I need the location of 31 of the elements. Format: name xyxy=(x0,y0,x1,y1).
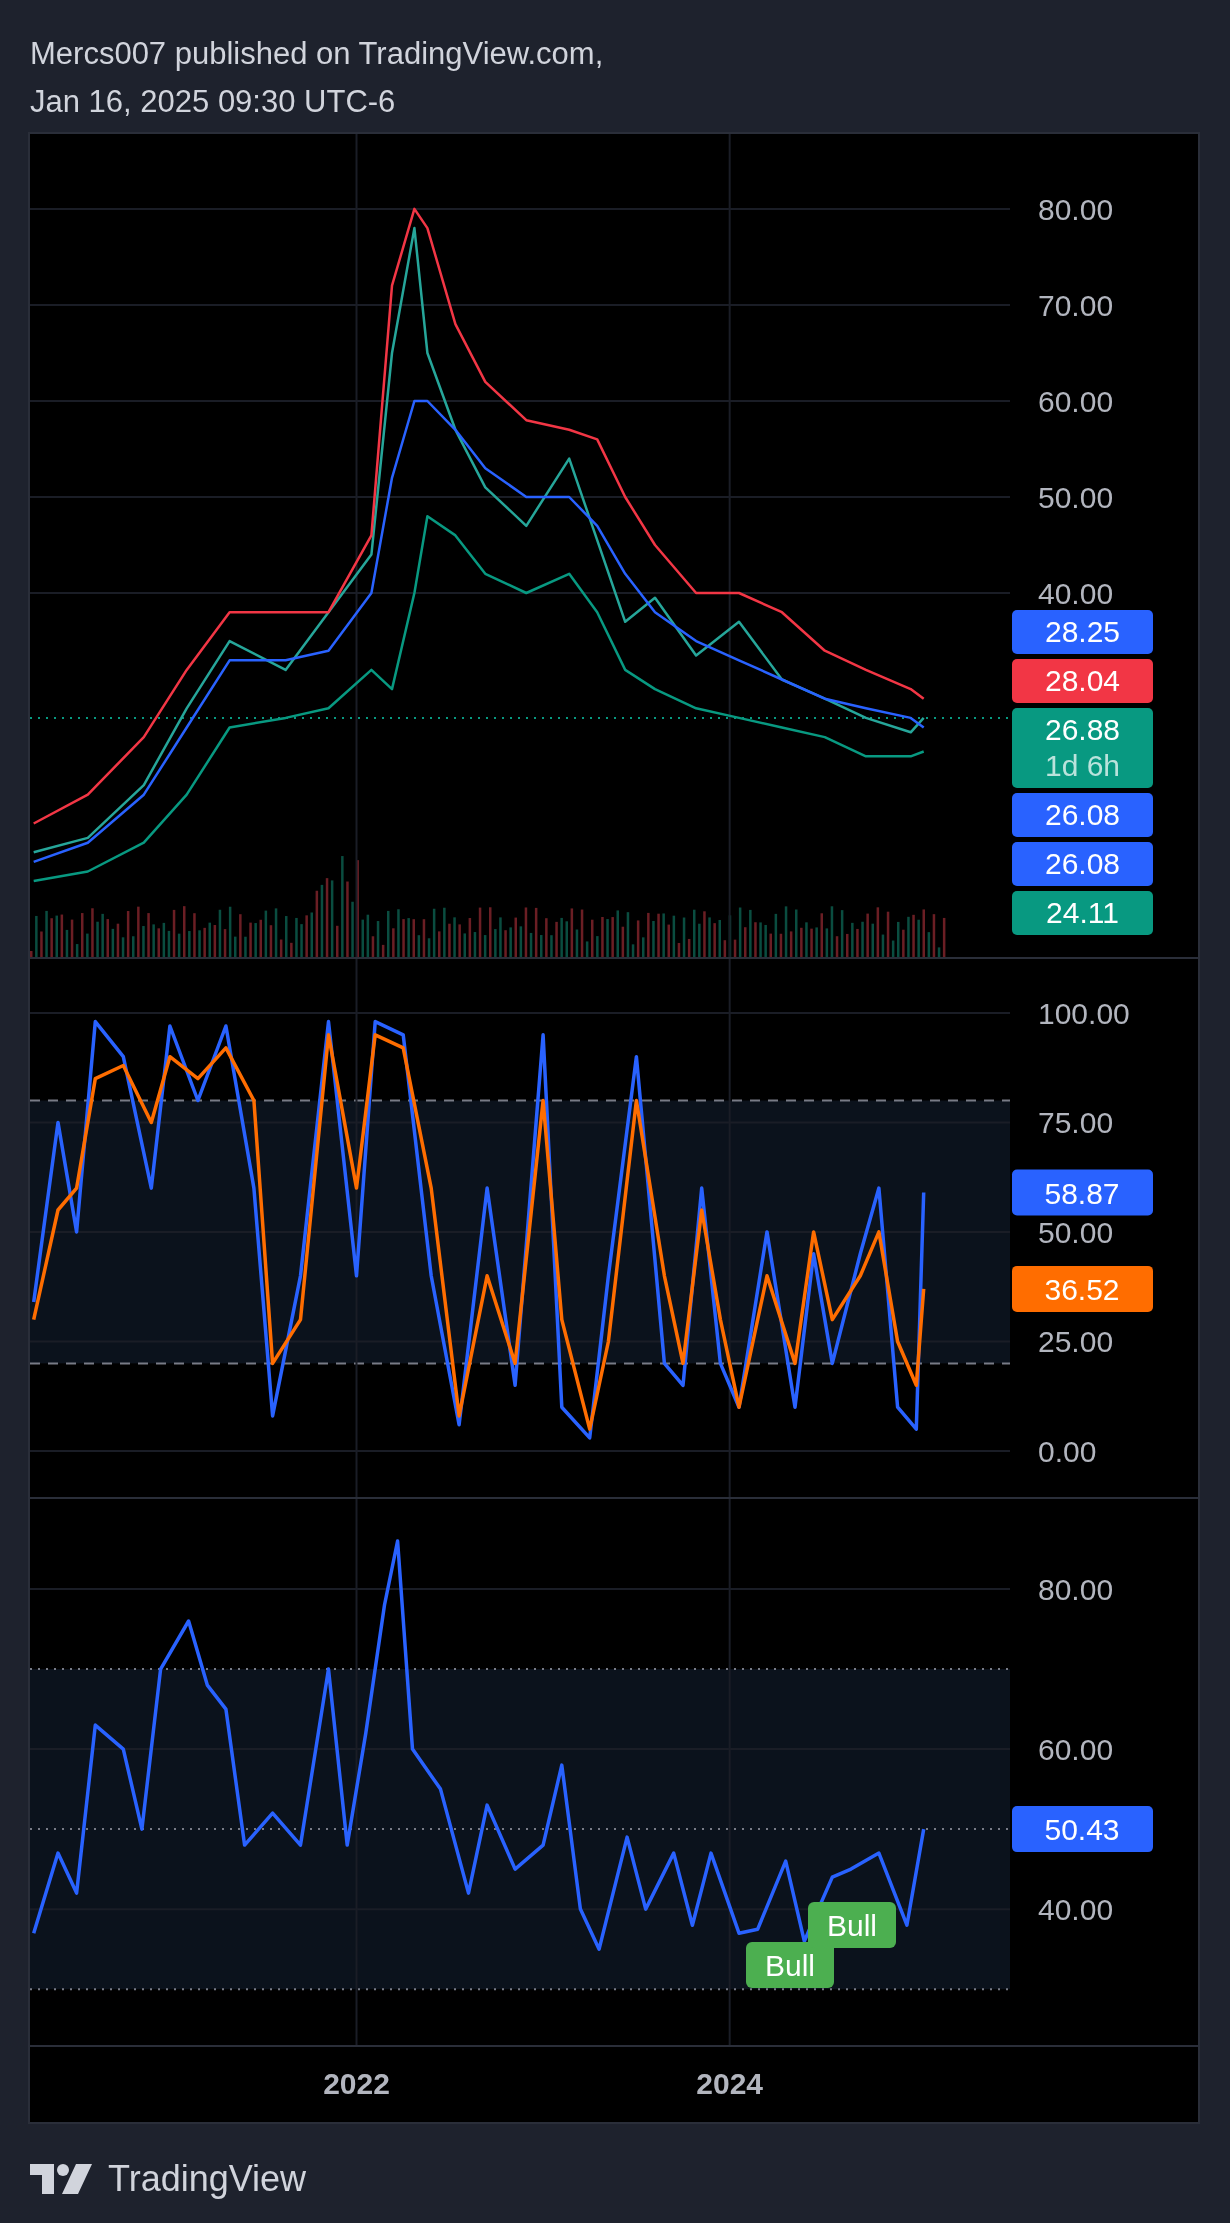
annotation: Bull xyxy=(764,1949,816,1982)
price-label: 26.08 xyxy=(1012,793,1153,837)
axis-tick-label: 80.00 xyxy=(1038,1573,1114,1607)
axis-tick-label: 100.00 xyxy=(1038,996,1130,1030)
price-label: 24.11 xyxy=(1012,891,1153,935)
annotation: Bull xyxy=(826,1909,878,1942)
price-label: 26.88 1d 6h xyxy=(1012,708,1153,788)
signal-tag: Bull xyxy=(808,1902,896,1948)
axis-tick-label: 25.00 xyxy=(1038,1325,1114,1359)
axis-tick-label: 40.00 xyxy=(1038,577,1114,611)
axis-tick-label: 75.00 xyxy=(1038,1106,1114,1140)
signal-tag: Bull xyxy=(746,1942,834,1988)
time-axis-label: 2022 xyxy=(323,2067,390,2100)
axis-tick-label: 80.00 xyxy=(1038,192,1114,226)
axis-tick-label: 0.00 xyxy=(1038,1435,1097,1468)
time-axis-label: 2024 xyxy=(696,2067,764,2100)
axis-tick-label: 50.00 xyxy=(1038,1215,1114,1249)
axis-tick-label: 60.00 xyxy=(1038,384,1114,418)
axis-tick-label: 70.00 xyxy=(1038,288,1114,322)
timestamp-text: Jan 16, 2025 09:30 UTC-6 xyxy=(30,83,397,121)
publisher-text: Mercs007 published on TradingView.com, xyxy=(30,35,605,73)
price-label: 28.04 xyxy=(1012,659,1153,703)
value-label: 50.43 xyxy=(1012,1806,1153,1853)
axis-tick-label: 40.00 xyxy=(1038,1893,1114,1927)
price-label: 28.25 xyxy=(1012,610,1153,654)
axis-tick-label: 50.00 xyxy=(1038,481,1114,514)
price-label: 26.08 xyxy=(1012,842,1153,886)
value-label: 58.87 xyxy=(1012,1169,1153,1216)
value-label: 36.52 xyxy=(1012,1265,1153,1312)
brand-name: TradingView xyxy=(108,2158,307,2200)
axis-tick-label: 60.00 xyxy=(1038,1733,1114,1767)
